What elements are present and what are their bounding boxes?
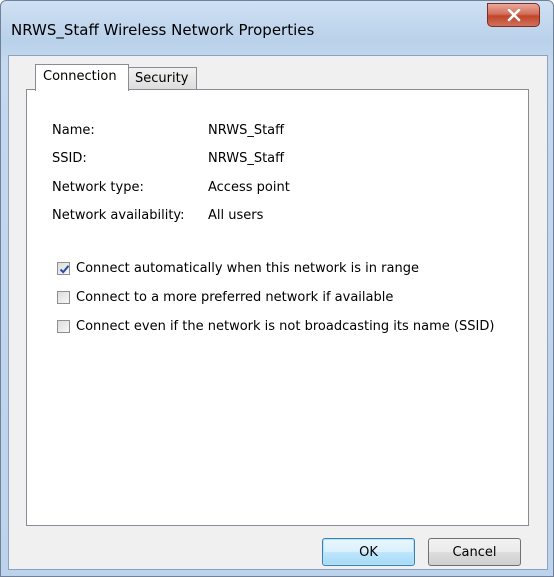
close-button[interactable] [487, 3, 540, 27]
network-type-label: Network type: [52, 180, 144, 195]
preferred-network-checkbox[interactable] [57, 291, 70, 304]
cancel-button[interactable]: Cancel [428, 538, 521, 566]
ssid-label: SSID: [52, 151, 87, 166]
dialog-client-area: Connection Security Name: NRWS_Staff SSI… [8, 55, 548, 570]
ok-button[interactable]: OK [322, 538, 415, 566]
tab-connection[interactable]: Connection [35, 64, 129, 91]
auto-connect-label: Connect automatically when this network … [76, 261, 419, 276]
hidden-ssid-label: Connect even if the network is not broad… [76, 319, 495, 334]
close-icon [507, 9, 521, 22]
network-availability-label: Network availability: [52, 208, 185, 223]
checkmark-icon [59, 265, 70, 274]
connection-tab-panel: Name: NRWS_Staff SSID: NRWS_Staff Networ… [26, 89, 529, 526]
network-availability-value: All users [208, 208, 264, 223]
window-title: NRWS_Staff Wireless Network Properties [11, 21, 315, 39]
tab-security[interactable]: Security [128, 67, 197, 90]
hidden-ssid-checkbox[interactable] [57, 320, 70, 333]
network-type-value: Access point [208, 180, 290, 195]
auto-connect-checkbox[interactable] [57, 262, 70, 275]
title-bar[interactable]: NRWS_Staff Wireless Network Properties [1, 1, 553, 55]
ssid-value: NRWS_Staff [208, 151, 285, 166]
name-label: Name: [52, 123, 95, 138]
properties-dialog: NRWS_Staff Wireless Network Properties C… [0, 0, 554, 577]
preferred-network-label: Connect to a more preferred network if a… [76, 290, 394, 305]
name-value: NRWS_Staff [208, 123, 285, 138]
